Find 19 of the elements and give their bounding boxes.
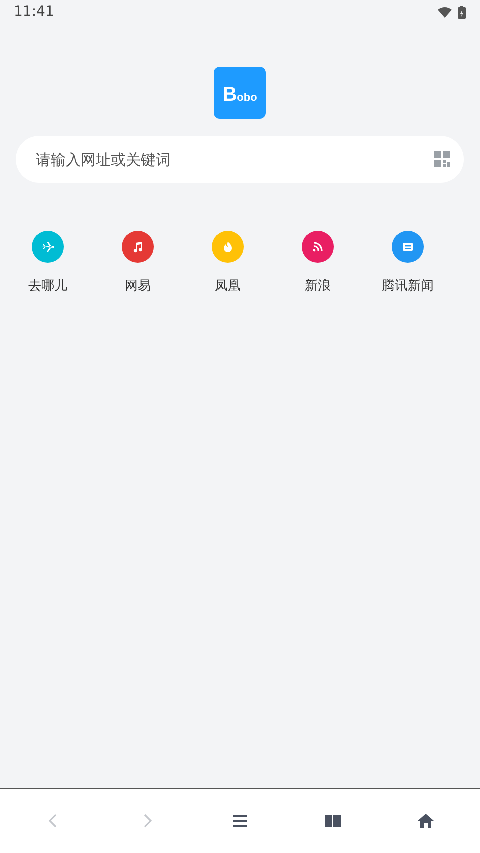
home-icon[interactable]: [416, 812, 435, 830]
plane-shortcut-icon[interactable]: [32, 231, 64, 263]
rss-shortcut-icon[interactable]: [302, 231, 334, 263]
app-logo: Bobo: [214, 67, 266, 119]
battery-icon: [458, 6, 466, 18]
status-time: 11:41: [14, 4, 54, 20]
music-shortcut-icon[interactable]: [122, 231, 154, 263]
shortcut-label[interactable]: 去哪儿: [28, 277, 68, 295]
wifi-icon: [438, 6, 452, 18]
news-shortcut-icon[interactable]: [392, 231, 424, 263]
shortcut-label[interactable]: 腾讯新闻: [382, 277, 434, 295]
fire-shortcut-icon[interactable]: [212, 231, 244, 263]
qr-code-icon[interactable]: [434, 151, 450, 167]
search-field[interactable]: 请输入网址或关键词: [16, 136, 464, 183]
shortcut-label[interactable]: 新浪: [305, 277, 331, 295]
menu-icon[interactable]: [230, 812, 249, 830]
book-icon[interactable]: [324, 812, 342, 830]
shortcut-label[interactable]: 凤凰: [215, 277, 241, 295]
shortcut-label[interactable]: 网易: [125, 277, 151, 295]
